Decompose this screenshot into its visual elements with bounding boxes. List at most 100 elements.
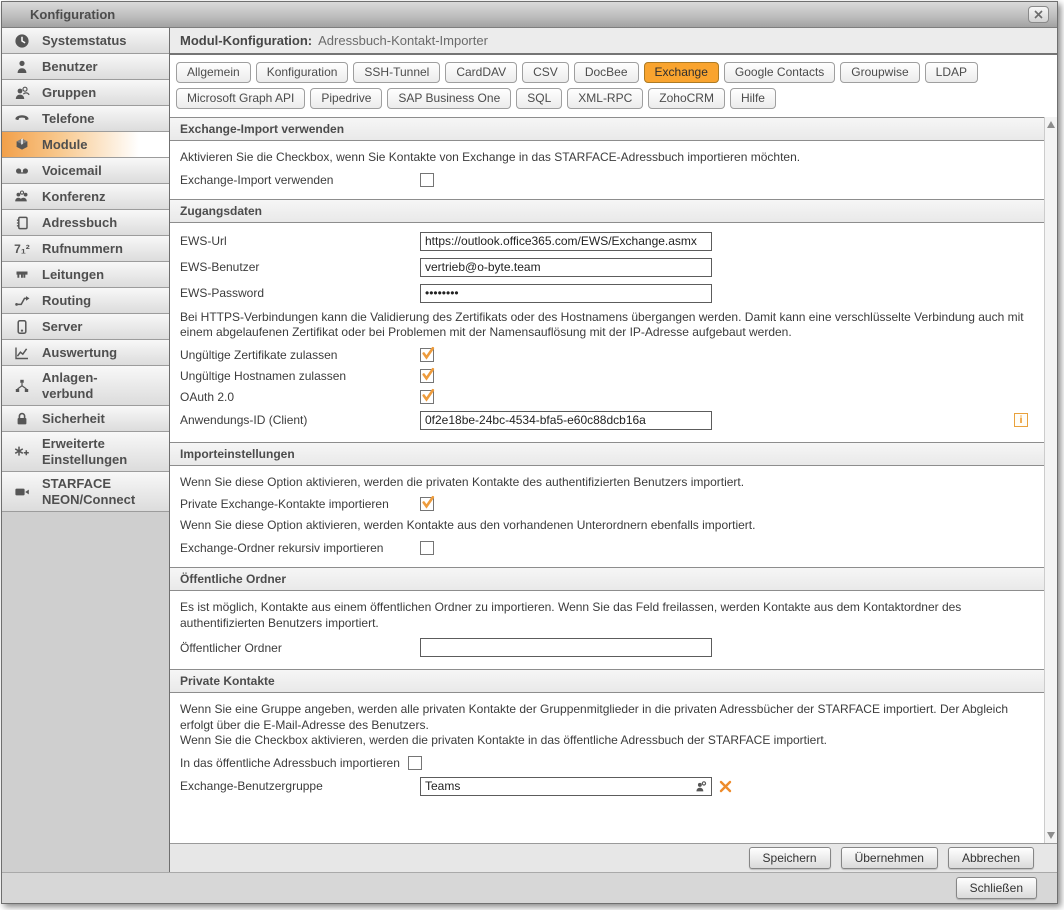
close-button[interactable]: Schließen: [956, 877, 1037, 899]
content-scrollbar[interactable]: [1044, 117, 1057, 843]
tab-sql[interactable]: SQL: [516, 88, 562, 109]
tab-pipedrive[interactable]: Pipedrive: [310, 88, 382, 109]
section-header-importeinstellungen: Importeinstellungen: [170, 442, 1044, 466]
sidebar-item-systemstatus[interactable]: Systemstatus: [2, 28, 169, 54]
public-folder-label: Öffentlicher Ordner: [180, 641, 420, 655]
public-folder-note: Es ist möglich, Kontakte aus einem öffen…: [180, 600, 1034, 631]
window-footer: Schließen: [2, 872, 1057, 903]
clear-group-icon[interactable]: [719, 780, 732, 793]
action-bar: Speichern Übernehmen Abbrechen: [170, 843, 1057, 872]
recursive-import-label: Exchange-Ordner rekursiv importieren: [180, 541, 420, 555]
https-note: Bei HTTPS-Verbindungen kann die Validier…: [180, 310, 1034, 341]
tab-ssh-tunnel[interactable]: SSH-Tunnel: [353, 62, 440, 83]
section-header-zugangsdaten: Zugangsdaten: [170, 199, 1044, 223]
sidebar-item-auswertung[interactable]: Auswertung: [2, 340, 169, 366]
tab-zohocrm[interactable]: ZohoCRM: [648, 88, 725, 109]
tab-exchange[interactable]: Exchange: [644, 62, 719, 83]
ews-password-input[interactable]: [420, 284, 712, 303]
user-icon: [11, 59, 33, 75]
exchange-import-checkbox-label: Exchange-Import verwenden: [180, 173, 420, 187]
recursive-import-note: Wenn Sie diese Option aktivieren, werden…: [180, 518, 1034, 534]
window-title: Konfiguration: [30, 7, 115, 22]
network-icon: [11, 378, 33, 394]
exchange-user-group-input[interactable]: [420, 777, 712, 796]
sidebar-item-anlagenverbund[interactable]: Anlagen- verbund: [2, 366, 169, 406]
oauth-label: OAuth 2.0: [180, 390, 420, 404]
tab-microsoft-graph-api[interactable]: Microsoft Graph API: [176, 88, 305, 109]
sidebar-item-adressbuch[interactable]: Adressbuch: [2, 210, 169, 236]
sidebar-item-sicherheit[interactable]: Sicherheit: [2, 406, 169, 432]
sidebar-item-telefone[interactable]: Telefone: [2, 106, 169, 132]
cancel-button[interactable]: Abbrechen: [948, 847, 1034, 869]
main-panel: Modul-Konfiguration: Adressbuch-Kontakt-…: [170, 28, 1057, 872]
voicemail-icon: [11, 163, 33, 179]
private-import-note: Wenn Sie diese Option aktivieren, werden…: [180, 475, 1034, 491]
sidebar-item-starface-neon-connect[interactable]: STARFACE NEON/Connect: [2, 472, 169, 512]
close-icon: [1034, 10, 1043, 19]
exchange-import-checkbox[interactable]: [420, 173, 434, 187]
module-cube-icon: [11, 137, 33, 153]
invalid-certs-checkbox[interactable]: [420, 348, 434, 362]
tab-csv[interactable]: CSV: [522, 62, 569, 83]
public-addressbook-import-label: In das öffentliche Adressbuch importiere…: [180, 756, 400, 770]
numbers-icon: 7₁²: [11, 242, 33, 256]
sidebar-item-gruppen[interactable]: Gruppen: [2, 80, 169, 106]
scroll-down-arrow-icon[interactable]: [1047, 832, 1055, 839]
tab-allgemein[interactable]: Allgemein: [176, 62, 251, 83]
tab-carddav[interactable]: CardDAV: [445, 62, 517, 83]
private-contacts-note-2: Wenn Sie die Checkbox aktivieren, werden…: [180, 733, 1034, 749]
tab-konfiguration[interactable]: Konfiguration: [256, 62, 349, 83]
tab-ldap[interactable]: LDAP: [925, 62, 978, 83]
public-folder-input[interactable]: [420, 638, 712, 657]
chart-icon: [11, 345, 33, 361]
private-contacts-note-1: Wenn Sie eine Gruppe angeben, werden all…: [180, 702, 1034, 733]
tab-hilfe[interactable]: Hilfe: [730, 88, 776, 109]
sidebar-item-routing[interactable]: Routing: [2, 288, 169, 314]
invalid-certs-label: Ungültige Zertifikate zulassen: [180, 348, 420, 362]
sidebar-item-server[interactable]: Server: [2, 314, 169, 340]
group-icon: [11, 85, 33, 101]
sidebar-item-erweiterte-einstellungen[interactable]: Erweiterte Einstellungen: [2, 432, 169, 472]
info-icon[interactable]: i: [1014, 413, 1028, 427]
addressbook-icon: [11, 215, 33, 231]
tab-row-2: Microsoft Graph API Pipedrive SAP Busine…: [176, 88, 1051, 109]
tab-google-contacts[interactable]: Google Contacts: [724, 62, 835, 83]
invalid-hosts-checkbox[interactable]: [420, 369, 434, 383]
form-content: Exchange-Import verwenden Aktivieren Sie…: [170, 117, 1057, 843]
client-id-input[interactable]: [420, 411, 712, 430]
sidebar-item-konferenz[interactable]: Konferenz: [2, 184, 169, 210]
tab-xml-rpc[interactable]: XML-RPC: [567, 88, 643, 109]
client-id-label: Anwendungs-ID (Client): [180, 413, 420, 427]
configuration-window: Konfiguration Systemstatus Benutzer Grup…: [1, 1, 1058, 904]
sidebar-item-module[interactable]: Module: [2, 132, 169, 158]
ews-password-label: EWS-Password: [180, 286, 420, 300]
video-camera-icon: [11, 484, 33, 500]
gear-plus-icon: [11, 444, 33, 460]
ews-url-input[interactable]: [420, 232, 712, 251]
oauth-checkbox[interactable]: [420, 390, 434, 404]
sidebar-item-leitungen[interactable]: Leitungen: [2, 262, 169, 288]
sidebar-item-rufnummern[interactable]: 7₁² Rufnummern: [2, 236, 169, 262]
scroll-up-arrow-icon[interactable]: [1047, 121, 1055, 128]
tab-docbee[interactable]: DocBee: [574, 62, 639, 83]
public-addressbook-import-checkbox[interactable]: [408, 756, 422, 770]
ews-user-input[interactable]: [420, 258, 712, 277]
private-import-label: Private Exchange-Kontakte importieren: [180, 497, 420, 511]
recursive-import-checkbox[interactable]: [420, 541, 434, 555]
section-header-exchange-import: Exchange-Import verwenden: [170, 117, 1044, 141]
tab-row-1: Allgemein Konfiguration SSH-Tunnel CardD…: [176, 62, 1051, 83]
module-header-value: Adressbuch-Kontakt-Importer: [318, 33, 488, 48]
section-header-private-kontakte: Private Kontakte: [170, 669, 1044, 693]
private-import-checkbox[interactable]: [420, 497, 434, 511]
apply-button[interactable]: Übernehmen: [841, 847, 938, 869]
sidebar-item-voicemail[interactable]: Voicemail: [2, 158, 169, 184]
routing-icon: [11, 293, 33, 309]
tab-sap-business-one[interactable]: SAP Business One: [387, 88, 511, 109]
window-close-button[interactable]: [1028, 6, 1049, 23]
save-button[interactable]: Speichern: [749, 847, 831, 869]
group-picker-icon[interactable]: [695, 780, 708, 798]
sidebar: Systemstatus Benutzer Gruppen Telefone M…: [2, 28, 170, 872]
sidebar-item-benutzer[interactable]: Benutzer: [2, 54, 169, 80]
tab-groupwise[interactable]: Groupwise: [840, 62, 919, 83]
window-titlebar: Konfiguration: [2, 2, 1057, 28]
